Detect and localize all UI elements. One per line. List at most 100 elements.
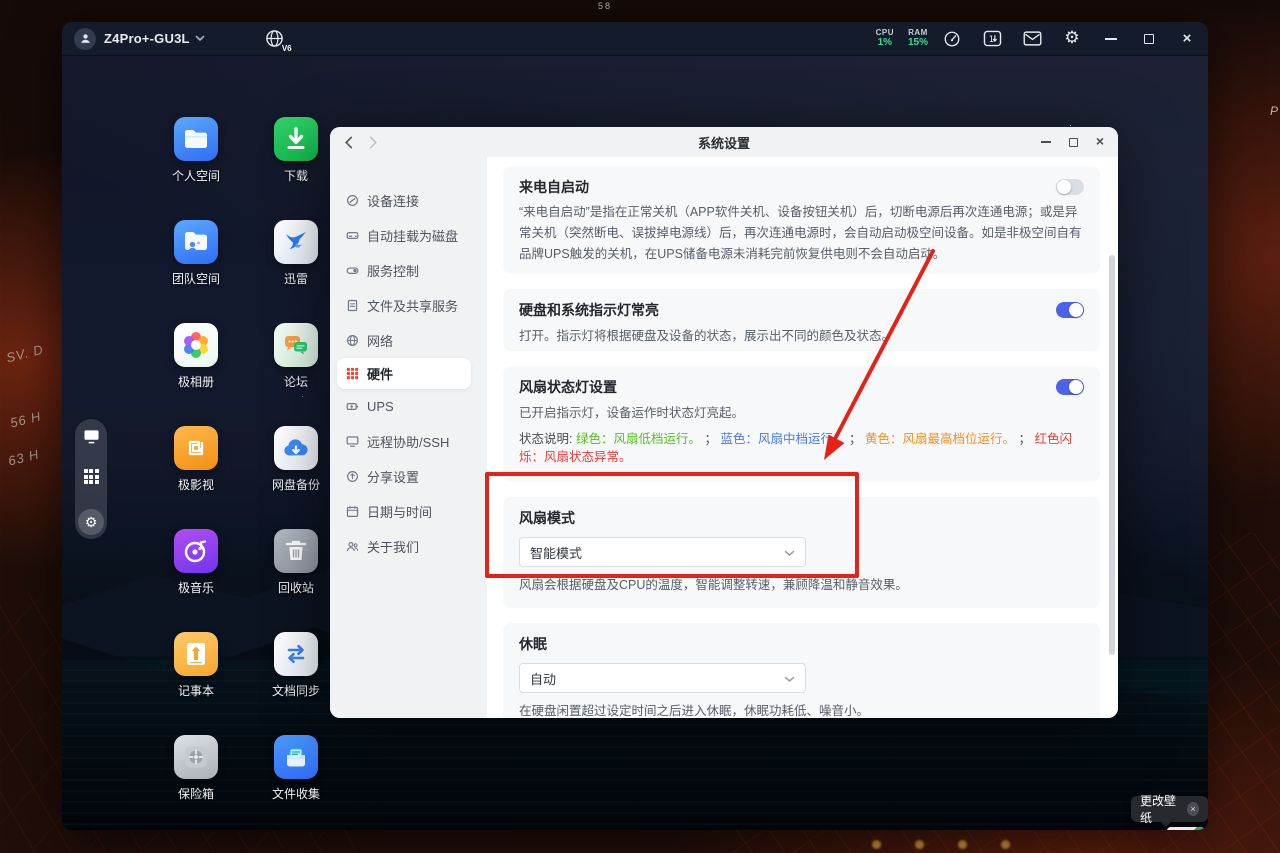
- section-sleep: 休眠 自动 在硬盘闲置超过设定时间之后进入休眠，休眠功耗低、噪音小。: [503, 623, 1100, 718]
- legend-yellow: 黄色：风扇最高档位运行。: [864, 432, 1015, 446]
- bird-icon: [274, 220, 318, 264]
- section-description: 在硬盘闲置超过设定时间之后进入休眠，休眠功耗低、噪音小。: [519, 704, 870, 718]
- settings-sidebar: 设备连接 自动挂载为磁盘 服务控制 文件及共享服务 网络 硬件 UPS 远程协助…: [330, 157, 487, 718]
- section-power-on-restore: 来电自启动 “来电自启动”是指在正常关机（APP软件关机、设备按钮关机）后，切断…: [503, 166, 1100, 274]
- sidebar-item-date-time[interactable]: 日期与时间: [330, 494, 487, 529]
- settings-content: 来电自启动 “来电自启动”是指在正常关机（APP软件关机、设备按钮关机）后，切断…: [487, 157, 1118, 718]
- device-name[interactable]: Z4Pro+-GU3L: [104, 31, 190, 46]
- cpu-stat: CPU 1%: [875, 27, 894, 49]
- share-icon: [345, 470, 359, 484]
- desktop-icon-file-collect[interactable]: 文件收集: [246, 729, 346, 830]
- section-description: 打开。指示灯将根据硬盘及设备的状态，展示出不同的颜色及状态。: [519, 329, 895, 343]
- sidebar-item-remote-ssh[interactable]: 远程协助/SSH: [330, 424, 487, 459]
- desktop-icon-music[interactable]: 极音乐: [146, 523, 246, 626]
- ram-value: 15%: [907, 37, 928, 49]
- window-maximize-button[interactable]: [1140, 30, 1158, 48]
- change-wallpaper-tooltip[interactable]: 更改壁纸 ×: [1131, 794, 1208, 827]
- section-description: 风扇会根据硬盘及CPU的温度，智能调整转速，兼顾降温和静音效果。: [519, 578, 908, 592]
- sidebar-item-about-us[interactable]: 关于我们: [330, 529, 487, 564]
- chevron-down-icon[interactable]: [195, 35, 205, 42]
- v6-badge: V6: [280, 43, 293, 53]
- wallpaper-lights: [872, 840, 1010, 849]
- close-icon[interactable]: ×: [1187, 802, 1199, 816]
- fan-light-toggle[interactable]: [1056, 379, 1084, 395]
- desktop-icon-photo-album[interactable]: 极相册: [146, 317, 246, 420]
- sleep-select[interactable]: 自动: [519, 663, 806, 693]
- change-wallpaper-label[interactable]: 更改壁纸: [1140, 792, 1181, 826]
- cube-logo-icon: [174, 426, 218, 470]
- sync-arrows-icon: [274, 632, 318, 676]
- app-titlebar: Z4Pro+-GU3L V6 CPU 1% RAM 15% 1 ⚙ ×: [62, 22, 1208, 56]
- globe-icon: [345, 334, 359, 348]
- desktop-icon-team-space[interactable]: 团队空间: [146, 214, 246, 317]
- section-title: 来电自启动: [519, 179, 589, 195]
- ram-label: RAM: [908, 27, 928, 37]
- team-folder-icon: [174, 220, 218, 264]
- section-title: 风扇状态灯设置: [519, 379, 617, 395]
- cpu-label: CPU: [875, 27, 894, 37]
- desktop-icon-notepad[interactable]: 记事本: [146, 626, 246, 729]
- desktop-icon-movies[interactable]: 极影视: [146, 420, 246, 523]
- calendar-icon: [345, 505, 359, 519]
- sidebar-item-ups[interactable]: UPS: [330, 389, 487, 424]
- collect-box-icon: [274, 735, 318, 779]
- desktop-icon-personal-space[interactable]: 个人空间: [146, 111, 246, 214]
- section-indicator-light: 硬盘和系统指示灯常亮 打开。指示灯将根据硬盘及设备的状态，展示出不同的颜色及状态…: [503, 289, 1100, 351]
- fan-status-legend: 状态说明: 绿色：风扇低档运行。 ； 蓝色：风扇中档运行。 ； 黄色：风扇最高档…: [519, 432, 1072, 464]
- section-description: “来电自启动”是指在正常关机（APP软件关机、设备按钮关机）后，切断电源后再次连…: [519, 205, 1082, 261]
- chevron-down-icon: [784, 671, 795, 686]
- annotation-highlight-box: [485, 472, 859, 578]
- section-title: 休眠: [519, 636, 547, 652]
- wallpaper-text-fragment: 58: [598, 1, 613, 11]
- sidebar-item-hardware[interactable]: 硬件: [337, 358, 471, 389]
- sleep-value: 自动: [530, 671, 557, 687]
- cpu-value: 1%: [877, 37, 893, 49]
- flower-icon: [174, 323, 218, 367]
- link-icon: [345, 194, 359, 208]
- user-avatar[interactable]: [74, 27, 96, 50]
- disk-icon: [345, 229, 359, 243]
- dialog-scrollbar[interactable]: [1109, 255, 1115, 655]
- sidebar-item-auto-mount[interactable]: 自动挂载为磁盘: [330, 218, 487, 253]
- file-icon: [345, 299, 359, 313]
- settings-gear-icon[interactable]: ⚙: [1062, 29, 1082, 49]
- users-icon: [345, 540, 359, 554]
- sidebar-item-share-settings[interactable]: 分享设置: [330, 459, 487, 494]
- dialog-maximize-button[interactable]: [1068, 137, 1078, 147]
- sidebar-item-file-share[interactable]: 文件及共享服务: [330, 288, 487, 323]
- dialog-minimize-button[interactable]: [1040, 141, 1051, 143]
- indicator-light-toggle[interactable]: [1056, 302, 1084, 318]
- trash-icon: [274, 529, 318, 573]
- wallpaper-curl-button[interactable]: [1167, 827, 1205, 830]
- toggle-icon: [345, 264, 359, 278]
- transfer-list-icon[interactable]: 1: [982, 29, 1002, 49]
- dialog-title: 系统设置: [697, 135, 750, 151]
- desktop-icon-safe-box[interactable]: 保险箱: [146, 729, 246, 830]
- mail-icon[interactable]: [1022, 29, 1042, 49]
- monitor-icon[interactable]: [83, 429, 100, 444]
- download-icon: [274, 117, 318, 161]
- power-on-toggle[interactable]: [1056, 179, 1084, 195]
- folder-icon: [174, 117, 218, 161]
- ram-stat: RAM 15%: [907, 27, 928, 49]
- floating-dock: ⚙: [75, 419, 107, 539]
- window-minimize-button[interactable]: [1102, 30, 1120, 48]
- legend-green: 绿色：风扇低档运行。: [575, 432, 701, 446]
- dialog-close-button[interactable]: ×: [1096, 133, 1104, 151]
- wallpaper-text-fragment: P: [1270, 104, 1279, 118]
- sidebar-item-service-control[interactable]: 服务控制: [330, 253, 487, 288]
- section-description: 已开启指示灯，设备运作时状态灯亮起。: [519, 406, 745, 420]
- sidebar-item-device-connect[interactable]: 设备连接: [330, 183, 487, 218]
- window-close-button[interactable]: ×: [1178, 30, 1196, 48]
- battery-icon: [345, 400, 359, 414]
- music-disc-icon: [174, 529, 218, 573]
- sidebar-item-network[interactable]: 网络: [330, 323, 487, 358]
- ipv6-network-button[interactable]: V6: [263, 27, 293, 53]
- section-fan-status-light: 风扇状态灯设置 已开启指示灯，设备运作时状态灯亮起。 状态说明: 绿色：风扇低档…: [503, 366, 1100, 482]
- app-grid-icon[interactable]: [83, 469, 99, 484]
- cloud-download-icon: [274, 426, 318, 470]
- chat-bubbles-icon: [274, 323, 318, 367]
- performance-gauge-icon[interactable]: [942, 29, 962, 49]
- dialog-header: 系统设置 ×: [330, 127, 1118, 157]
- dock-settings-icon[interactable]: ⚙: [78, 509, 104, 535]
